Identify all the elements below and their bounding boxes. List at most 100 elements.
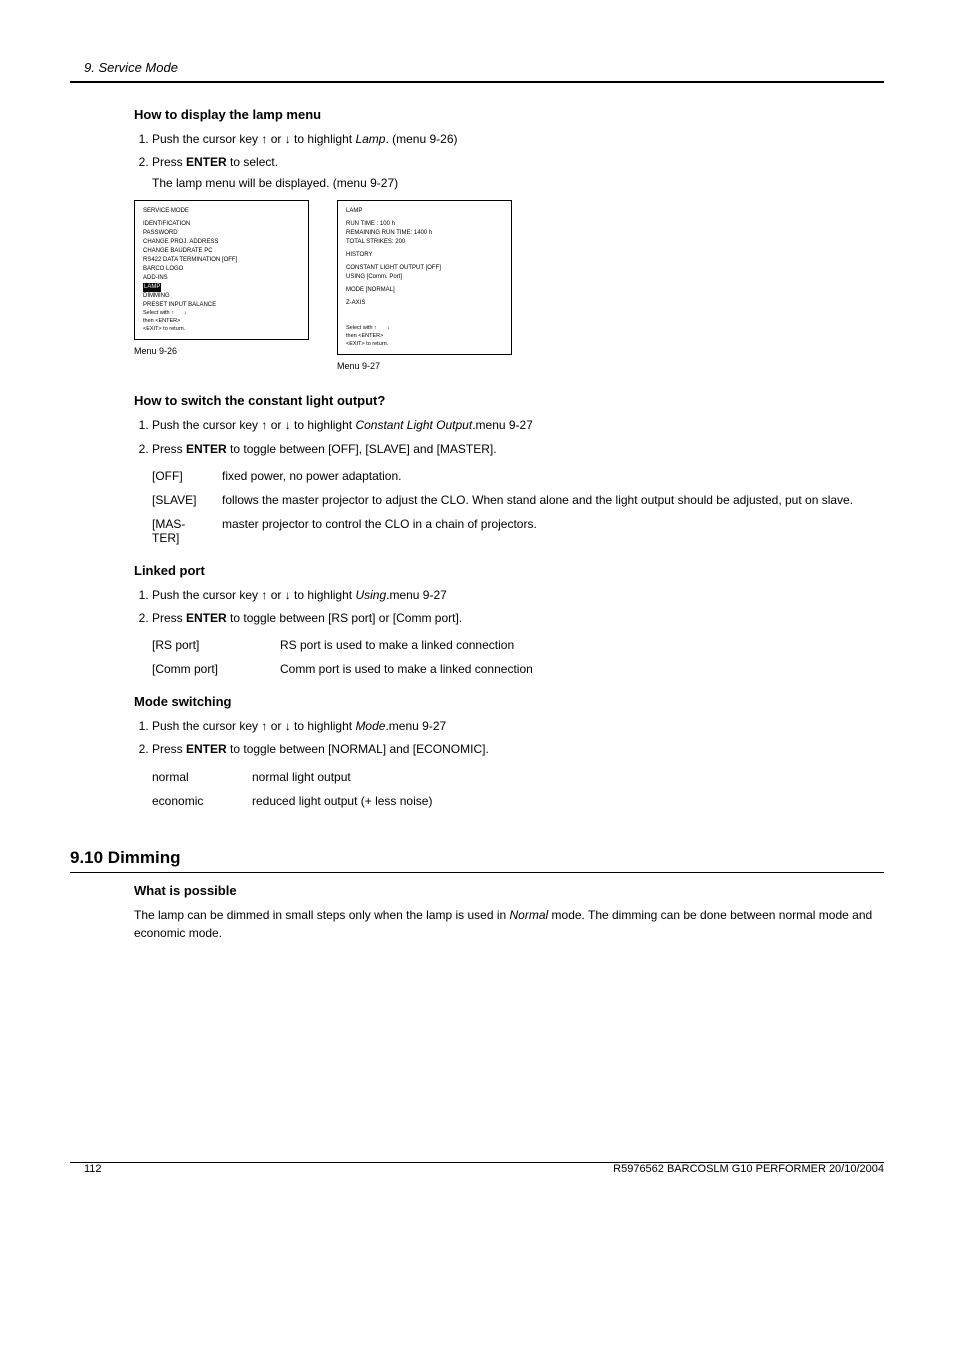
step-result: The lamp menu will be displayed. (menu 9… [152, 176, 884, 190]
italic: Using [355, 588, 386, 602]
def-row: [Comm port] Comm port is used to make a … [152, 662, 884, 676]
italic: Lamp [355, 132, 385, 146]
bold: ENTER [186, 442, 227, 456]
desc: normal light output [252, 770, 884, 784]
menu-line: ADD-INS [143, 274, 300, 283]
text: The lamp can be dimmed in small steps on… [134, 908, 510, 922]
menu-9-26-wrap: SERVICE MODE IDENTIFICATION PASSWORD CHA… [134, 200, 309, 371]
text: to toggle between [RS port] or [Comm por… [227, 611, 462, 625]
text: to select. [227, 155, 278, 169]
steps-mode: Push the cursor key ↑ or ↓ to highlight … [134, 717, 884, 759]
menu-line: IDENTIFICATION [143, 220, 300, 229]
section-mode: Mode switching Push the cursor key ↑ or … [134, 694, 884, 807]
text: to toggle between [OFF], [SLAVE] and [MA… [227, 442, 497, 456]
term: economic [152, 794, 252, 808]
steps-clo: Push the cursor key ↑ or ↓ to highlight … [134, 416, 884, 458]
section-clo: How to switch the constant light output?… [134, 393, 884, 544]
section-dimming: 9.10 Dimming What is possible The lamp c… [70, 848, 884, 942]
heading-lamp-menu: How to display the lamp menu [134, 107, 884, 122]
menu-line: RS422 DATA TERMINATION [OFF] [143, 256, 300, 265]
desc: reduced light output (+ less noise) [252, 794, 884, 808]
bold: ENTER [186, 155, 227, 169]
desc: RS port is used to make a linked connect… [280, 638, 884, 652]
menu-line-hl: LAMP [143, 283, 300, 292]
menu-line: PASSWORD [143, 229, 300, 238]
menu-line: CHANGE BAUDRATE PC [143, 247, 300, 256]
steps-lamp-menu: Push the cursor key ↑ or ↓ to highlight … [134, 130, 884, 172]
bold: ENTER [186, 742, 227, 756]
term: [Comm port] [152, 662, 280, 676]
menu-line: RUN TIME : 100 h [346, 220, 503, 229]
step: Push the cursor key ↑ or ↓ to highlight … [152, 717, 884, 736]
bold: ENTER [186, 611, 227, 625]
step: Push the cursor key ↑ or ↓ to highlight … [152, 586, 884, 605]
step: Press ENTER to toggle between [OFF], [SL… [152, 440, 884, 459]
text: . (menu 9-26) [385, 132, 457, 146]
desc: follows the master projector to adjust t… [222, 493, 884, 507]
menu-line: DIMMING [143, 292, 300, 301]
arrows-icon [171, 310, 187, 316]
italic: Mode [355, 719, 385, 733]
text: Press [152, 611, 186, 625]
def-table-linked: [RS port] RS port is used to make a link… [152, 638, 884, 676]
menu-line: HISTORY [346, 251, 503, 260]
step: Press ENTER to toggle between [NORMAL] a… [152, 740, 884, 759]
menu-figures: SERVICE MODE IDENTIFICATION PASSWORD CHA… [134, 200, 884, 371]
menu-caption: Menu 9-26 [134, 346, 309, 356]
def-row: normal normal light output [152, 770, 884, 784]
desc: master projector to control the CLO in a… [222, 517, 884, 545]
section-lamp-menu: How to display the lamp menu Push the cu… [134, 107, 884, 371]
menu-caption: Menu 9-27 [337, 361, 512, 371]
menu-line: TOTAL STRIKES: 200 [346, 238, 503, 247]
text: Press [152, 155, 186, 169]
menu-footer: Select with then <ENTER> <EXIT> to retur… [143, 309, 300, 334]
desc: Comm port is used to make a linked conne… [280, 662, 884, 676]
chapter-header: 9. Service Mode [70, 60, 884, 75]
desc: fixed power, no power adaptation. [222, 469, 884, 483]
step: Press ENTER to select. [152, 153, 884, 172]
term: [OFF] [152, 469, 222, 483]
section-linked-port: Linked port Push the cursor key ↑ or ↓ t… [134, 563, 884, 676]
dimming-body: What is possible The lamp can be dimmed … [134, 883, 884, 942]
menu-line: CONSTANT LIGHT OUTPUT [OFF] [346, 264, 503, 273]
footer: 112 R5976562 BARCOSLM G10 PERFORMER 20/1… [70, 1162, 884, 1175]
dimming-rule [70, 872, 884, 873]
text: .menu 9-27 [386, 588, 447, 602]
menu-title: LAMP [346, 207, 503, 216]
text: <EXIT> to return. [143, 326, 185, 332]
def-row: economic reduced light output (+ less no… [152, 794, 884, 808]
text: Push the cursor key ↑ or ↓ to highlight [152, 132, 355, 146]
menu-9-26: SERVICE MODE IDENTIFICATION PASSWORD CHA… [134, 200, 309, 340]
dimming-text: The lamp can be dimmed in small steps on… [134, 906, 884, 942]
menu-line: Z-AXIS [346, 299, 503, 308]
def-table-clo: [OFF] fixed power, no power adaptation. … [152, 469, 884, 545]
highlight: LAMP [143, 283, 161, 292]
heading-clo: How to switch the constant light output? [134, 393, 884, 408]
text: Push the cursor key ↑ or ↓ to highlight [152, 588, 355, 602]
menu-footer: Select with then <ENTER> <EXIT> to retur… [346, 324, 503, 349]
step: Push the cursor key ↑ or ↓ to highlight … [152, 416, 884, 435]
menu-line: BARCO LOGO [143, 265, 300, 274]
menu-title: SERVICE MODE [143, 207, 300, 216]
heading-dimming: 9.10 Dimming [70, 848, 884, 868]
step: Push the cursor key ↑ or ↓ to highlight … [152, 130, 884, 149]
text: then <ENTER> [143, 318, 180, 324]
text: Select with [143, 310, 171, 316]
header-rule [70, 81, 884, 83]
menu-line: USING [Comm. Port] [346, 273, 503, 282]
steps-linked: Push the cursor key ↑ or ↓ to highlight … [134, 586, 884, 628]
arrows-icon [374, 325, 390, 331]
text: Select with [346, 325, 374, 331]
menu-line: MODE [NORMAL] [346, 286, 503, 295]
text: .menu 9-27 [385, 719, 446, 733]
heading-what-possible: What is possible [134, 883, 884, 898]
term: normal [152, 770, 252, 784]
menu-line: CHANGE PROJ. ADDRESS [143, 238, 300, 247]
def-row: [SLAVE] follows the master projector to … [152, 493, 884, 507]
text: then <ENTER> [346, 333, 383, 339]
menu-9-27-wrap: LAMP RUN TIME : 100 h REMAINING RUN TIME… [337, 200, 512, 371]
text: Press [152, 442, 186, 456]
menu-line: REMAINING RUN TIME: 1400 h [346, 229, 503, 238]
text: Push the cursor key ↑ or ↓ to highlight [152, 719, 355, 733]
text: <EXIT> to return. [346, 341, 388, 347]
